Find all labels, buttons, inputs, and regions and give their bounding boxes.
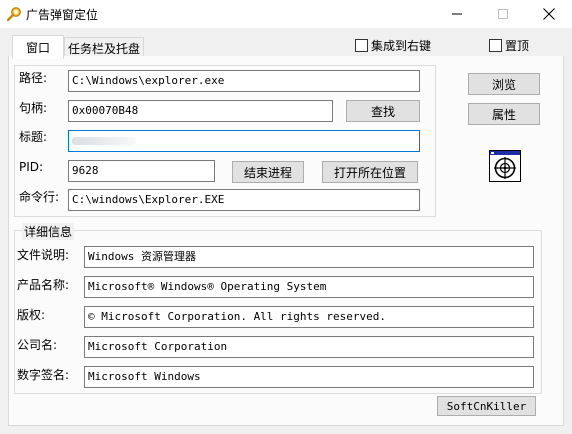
tab-window[interactable]: 窗口 — [12, 35, 64, 59]
finder-target-icon[interactable] — [489, 150, 521, 182]
browse-button[interactable]: 浏览 — [468, 73, 540, 95]
company-field[interactable]: Microsoft Corporation — [84, 336, 534, 358]
open-location-button[interactable]: 打开所在位置 — [322, 161, 418, 183]
end-process-button[interactable]: 结束进程 — [232, 161, 304, 183]
cmdline-label: 命令行: — [19, 190, 60, 204]
handle-field[interactable]: 0x00070B48 — [68, 100, 333, 122]
company-label: 公司名: — [17, 338, 58, 352]
maximize-button[interactable] — [480, 0, 526, 28]
handle-label: 句柄: — [19, 101, 48, 115]
window-title: 广告弹窗定位 — [26, 8, 99, 22]
pid-label: PID: — [19, 160, 44, 174]
title-label: 标题: — [19, 130, 48, 144]
product-name-label: 产品名称: — [17, 278, 70, 292]
file-description-label: 文件说明: — [17, 248, 70, 262]
pid-field[interactable]: 9628 — [68, 160, 215, 182]
integrate-right-click-checkbox[interactable]: 集成到右键 — [355, 37, 431, 53]
close-button[interactable] — [526, 0, 572, 28]
path-label: 路径: — [19, 71, 48, 85]
title-bar: 广告弹窗定位 — [0, 0, 572, 28]
maximize-icon — [498, 9, 508, 19]
path-field[interactable]: C:\Windows\explorer.exe — [68, 70, 420, 92]
digital-signature-field[interactable]: Microsoft Windows — [84, 366, 534, 388]
cmdline-field[interactable]: C:\windows\Explorer.EXE — [68, 189, 420, 211]
title-field[interactable] — [68, 130, 420, 152]
product-name-field[interactable]: Microsoft® Windows® Operating System — [84, 276, 534, 298]
copyright-field[interactable]: © Microsoft Corporation. All rights rese… — [84, 306, 534, 328]
checkbox-box[interactable] — [355, 38, 368, 52]
properties-button[interactable]: 属性 — [468, 103, 540, 125]
magnifier-icon — [6, 6, 22, 22]
close-icon — [543, 8, 555, 20]
topmost-label: 置顶 — [505, 38, 530, 53]
softcnkiller-button[interactable]: SoftCnKiller — [437, 396, 536, 416]
digital-signature-label: 数字签名: — [17, 368, 70, 382]
minimize-button[interactable] — [434, 0, 480, 28]
details-legend: 详细信息 — [22, 223, 75, 240]
topmost-checkbox[interactable]: 置顶 — [489, 37, 529, 53]
checkbox-box[interactable] — [489, 38, 502, 52]
find-button[interactable]: 查找 — [346, 100, 420, 122]
minimize-icon — [452, 9, 462, 19]
copyright-label: 版权: — [17, 308, 46, 322]
file-description-field[interactable]: Windows 资源管理器 — [84, 246, 534, 268]
title-value — [72, 137, 136, 145]
integrate-right-click-label: 集成到右键 — [371, 38, 432, 53]
